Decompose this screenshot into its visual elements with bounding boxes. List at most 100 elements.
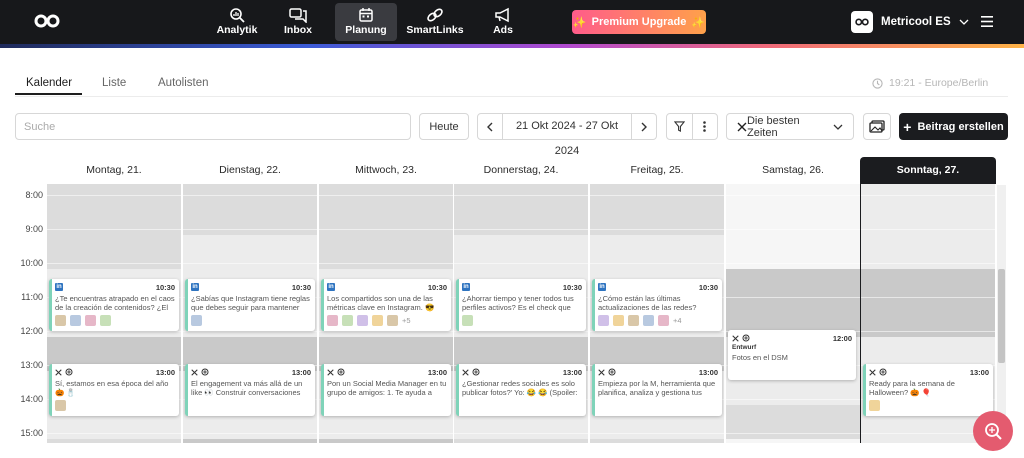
calendar-slot[interactable]	[590, 218, 724, 235]
calendar-slot[interactable]	[861, 286, 995, 303]
calendar-slot[interactable]	[319, 218, 453, 235]
calendar-slot[interactable]	[319, 184, 453, 201]
calendar-slot[interactable]	[183, 184, 317, 201]
calendar-slot[interactable]	[726, 218, 860, 235]
calendar-slot[interactable]	[454, 184, 588, 201]
calendar-slot[interactable]	[47, 235, 181, 252]
calendar-slot[interactable]	[726, 303, 860, 320]
post-card[interactable]: in 10:30 ¿Cómo están las últimas actualiza…	[592, 279, 722, 332]
calendar-slot[interactable]	[319, 252, 453, 269]
calendar-slot[interactable]	[47, 337, 181, 354]
calendar-slot[interactable]	[183, 439, 317, 443]
calendar-slot[interactable]	[319, 235, 453, 252]
post-card[interactable]: in 10:30 Los compartidos son una de las mé…	[321, 279, 451, 332]
help-search-button[interactable]	[973, 411, 1013, 451]
search-input[interactable]: Suche	[15, 113, 411, 140]
calendar-slot[interactable]	[726, 439, 860, 443]
calendar-slot[interactable]	[319, 337, 453, 354]
calendar-slot[interactable]	[726, 269, 860, 286]
calendar-slot[interactable]	[726, 201, 860, 218]
calendar-slot[interactable]	[590, 235, 724, 252]
calendar-slot[interactable]	[861, 184, 995, 201]
today-button[interactable]: Heute	[419, 113, 469, 140]
post-card[interactable]: in 10:30 ¿Sabías que Instagram tiene regla…	[185, 279, 315, 332]
calendar-slot[interactable]	[183, 201, 317, 218]
account-switcher[interactable]: Metricool ES	[851, 11, 969, 33]
calendar-slot[interactable]	[590, 201, 724, 218]
calendar-slot[interactable]	[861, 320, 995, 337]
next-week-button[interactable]	[632, 114, 656, 139]
calendar-slot[interactable]	[47, 201, 181, 218]
calendar-slot[interactable]	[454, 235, 588, 252]
date-range-label[interactable]: 21 Okt 2024 - 27 Okt 2024	[502, 114, 632, 157]
calendar-slot[interactable]	[454, 337, 588, 354]
calendar-slot[interactable]	[319, 422, 453, 439]
nav-ads[interactable]: Ads	[472, 3, 534, 41]
calendar-slot[interactable]	[861, 337, 995, 354]
calendar-slot[interactable]	[861, 201, 995, 218]
calendar-slot[interactable]	[454, 201, 588, 218]
calendar-slot[interactable]	[454, 252, 588, 269]
nav-smartlinks[interactable]: SmartLinks	[404, 3, 466, 41]
calendar-slot[interactable]	[454, 218, 588, 235]
calendar-slot[interactable]	[319, 201, 453, 218]
calendar-slot[interactable]	[47, 218, 181, 235]
post-card[interactable]: 13:00 Sí, estamos en esa época del año 🎃 …	[49, 364, 179, 417]
nav-inbox[interactable]: Inbox	[267, 3, 329, 41]
post-card[interactable]: 13:00 Empieza por la M, herramienta que p…	[592, 364, 722, 417]
media-library-button[interactable]	[863, 113, 891, 140]
more-options-button[interactable]	[693, 114, 718, 139]
post-card[interactable]: 13:00 Ready para la semana de Halloween? …	[863, 364, 993, 417]
calendar-slot[interactable]	[319, 439, 453, 443]
calendar-slot[interactable]	[454, 422, 588, 439]
calendar-slot[interactable]	[861, 252, 995, 269]
calendar-slot[interactable]	[590, 252, 724, 269]
metricool-logo[interactable]	[34, 14, 60, 28]
calendar-slot[interactable]	[454, 439, 588, 443]
post-card[interactable]: 13:00 El engagement va más allá de un lik…	[185, 364, 315, 417]
calendar-slot[interactable]	[47, 252, 181, 269]
premium-upgrade-button[interactable]: ✨ Premium Upgrade ✨	[572, 10, 706, 34]
calendar-slot[interactable]	[590, 422, 724, 439]
calendar-slot[interactable]	[183, 422, 317, 439]
post-card[interactable]: in 10:30 ¿Ahorrar tiempo y tener todos tus…	[456, 279, 586, 332]
tab-autolisten[interactable]: Autolisten	[158, 77, 209, 89]
calendar-slot[interactable]	[861, 235, 995, 252]
post-card[interactable]: in 10:30 ¿Te encuentras atrapado en el cao…	[49, 279, 179, 332]
calendar-slot[interactable]	[726, 184, 860, 201]
tab-kalender[interactable]: Kalender	[26, 77, 72, 89]
calendar-slot[interactable]	[726, 388, 860, 405]
calendar-slot[interactable]	[726, 405, 860, 422]
calendar-slot[interactable]	[183, 252, 317, 269]
calendar-slot[interactable]	[183, 235, 317, 252]
calendar-slot[interactable]	[183, 337, 317, 354]
calendar-slot[interactable]	[590, 337, 724, 354]
scrollbar-thumb[interactable]	[998, 269, 1005, 363]
calendar-slot[interactable]	[183, 218, 317, 235]
calendar-slot[interactable]	[861, 218, 995, 235]
best-times-dropdown[interactable]: Die besten Zeiten	[726, 113, 854, 140]
calendar-slot[interactable]	[47, 439, 181, 443]
post-card[interactable]: 12:00 Entwurf Fotos en el DSM	[728, 330, 856, 381]
calendar-slot[interactable]	[47, 184, 181, 201]
tab-liste[interactable]: Liste	[102, 77, 126, 89]
create-post-button[interactable]: + Beitrag erstellen	[899, 113, 1008, 140]
calendar-slot[interactable]	[726, 286, 860, 303]
calendar-slot[interactable]	[47, 422, 181, 439]
calendar-slot[interactable]	[726, 235, 860, 252]
menu-icon[interactable]	[981, 16, 993, 27]
post-card[interactable]: 13:00 ¿Gestionar redes sociales es solo p…	[456, 364, 586, 417]
timezone-display[interactable]: 19:21 - Europe/Berlin	[872, 77, 988, 89]
calendar-slot[interactable]	[726, 252, 860, 269]
filter-button[interactable]	[667, 114, 693, 139]
calendar-slot[interactable]	[726, 422, 860, 439]
nav-analytik[interactable]: Analytik	[206, 3, 268, 41]
calendar-slot[interactable]	[861, 269, 995, 286]
calendar-slot[interactable]	[861, 303, 995, 320]
calendar-slot[interactable]	[590, 439, 724, 443]
previous-week-button[interactable]	[478, 114, 502, 139]
calendar-scrollbar[interactable]	[997, 185, 1006, 443]
post-card[interactable]: 13:00 Pon un Social Media Manager en tu g…	[321, 364, 451, 417]
nav-planung[interactable]: Planung	[335, 3, 397, 41]
calendar-slot[interactable]	[590, 184, 724, 201]
